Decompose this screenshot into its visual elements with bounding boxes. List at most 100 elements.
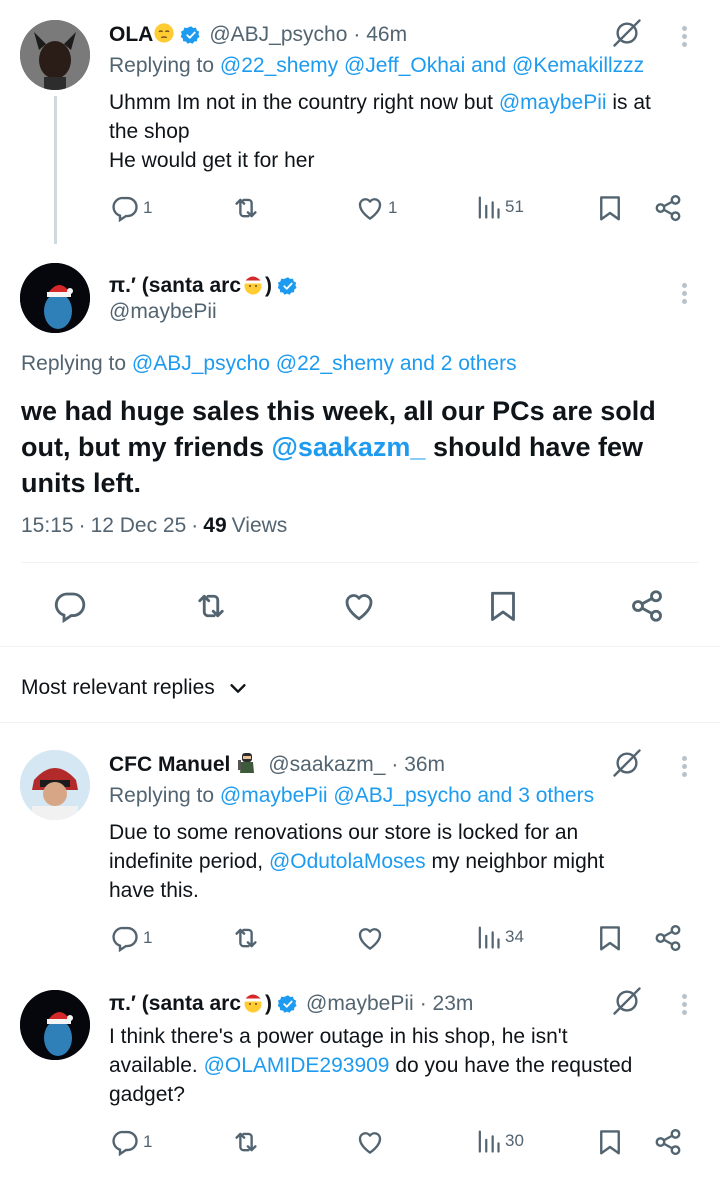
repost-button[interactable] — [231, 923, 261, 953]
replying-to-last[interactable]: 3 others — [518, 784, 594, 807]
repost-icon — [231, 1127, 261, 1157]
bookmark-icon[interactable] — [595, 193, 625, 223]
like-button[interactable]: 1 — [355, 193, 397, 223]
mention-link[interactable]: @OdutolaMoses — [269, 850, 426, 873]
replying-to-mentions[interactable]: @ABJ_psycho @22_shemy — [132, 352, 394, 375]
display-name[interactable]: π.′ (santa arc — [109, 992, 241, 1016]
main-tweet-text: we had huge sales this week, all our PCs… — [21, 393, 671, 501]
text-line: the shop — [109, 120, 190, 143]
reply-count: 1 — [143, 928, 153, 947]
text-line: gadget? — [109, 1083, 185, 1106]
handle[interactable]: @maybePii — [306, 992, 414, 1016]
sort-replies-dropdown[interactable]: Most relevant replies — [21, 676, 249, 700]
text-line: available. — [109, 1054, 204, 1077]
avatar-ola[interactable] — [20, 20, 90, 90]
tweet2-header: π.′ (santa arc ) — [109, 273, 298, 299]
grok-icon[interactable] — [612, 18, 642, 48]
handle[interactable]: @ABJ_psycho — [209, 23, 347, 47]
display-name[interactable]: OLA — [109, 23, 153, 47]
avatar-maybepii[interactable] — [20, 990, 90, 1060]
avatar-maybepii[interactable] — [20, 263, 90, 333]
replying-to-mentions[interactable]: @22_shemy @Jeff_Okhai — [220, 54, 465, 77]
replying-to: Replying to @ABJ_psycho @22_shemy and 2 … — [21, 352, 517, 376]
divider — [0, 646, 720, 647]
repost-icon[interactable] — [193, 588, 229, 624]
repost-icon — [231, 193, 261, 223]
avatar-ola-image — [20, 20, 90, 90]
avatar-maybepii-image — [20, 990, 90, 1060]
avatar-cfc-manuel[interactable] — [20, 750, 90, 820]
reply-button[interactable]: 1 — [110, 1127, 152, 1157]
replying-to-and: and — [471, 784, 519, 807]
views-button[interactable]: 30 — [474, 1127, 524, 1155]
reply-button[interactable]: 1 — [110, 923, 152, 953]
more-options-icon[interactable] — [682, 753, 688, 780]
more-options-icon[interactable] — [682, 991, 688, 1018]
views-icon — [474, 193, 502, 221]
like-count: 1 — [388, 198, 398, 217]
separator: · — [78, 514, 86, 537]
display-name-close: ) — [265, 992, 272, 1015]
replying-to-last[interactable]: 2 others — [441, 352, 517, 375]
more-options-icon[interactable] — [682, 23, 688, 50]
avatar-cfc-manuel-image — [20, 750, 90, 820]
timestamp[interactable]: · 23m — [420, 992, 474, 1016]
replying-to: Replying to @maybePii @ABJ_psycho and 3 … — [109, 784, 594, 808]
display-name[interactable]: CFC Manuel — [109, 753, 230, 777]
heart-icon — [355, 923, 385, 953]
replying-to-prefix: Replying to — [21, 352, 132, 375]
tweet1-header: OLA @ABJ_psycho · 46m — [109, 22, 407, 48]
tweet-date[interactable]: 12 Dec 25 — [91, 514, 187, 538]
repost-button[interactable] — [231, 1127, 261, 1157]
tweet-time[interactable]: 15:15 — [21, 514, 74, 538]
verified-badge-icon — [278, 994, 298, 1014]
reply-icon[interactable] — [52, 588, 88, 624]
repost-icon — [231, 923, 261, 953]
like-button[interactable] — [355, 923, 385, 953]
reply-button[interactable]: 1 — [110, 193, 152, 223]
replying-to-mentions[interactable]: @maybePii @ABJ_psycho — [220, 784, 472, 807]
repost-button[interactable] — [231, 193, 261, 223]
handle[interactable]: @saakazm_ — [268, 753, 385, 777]
chevron-down-icon — [227, 677, 249, 699]
grok-icon[interactable] — [612, 748, 642, 778]
handle[interactable]: @maybePii — [109, 300, 217, 324]
views-label: Views — [231, 514, 288, 537]
reply-icon — [110, 923, 140, 953]
display-name[interactable]: π.′ (santa arc — [109, 274, 241, 298]
bookmark-icon[interactable] — [595, 1127, 625, 1157]
timestamp[interactable]: · 36m — [391, 753, 445, 777]
timestamp[interactable]: · 46m — [353, 23, 407, 47]
sort-label: Most relevant replies — [21, 676, 215, 699]
like-button[interactable] — [355, 1127, 385, 1157]
text-line: is at — [606, 91, 651, 114]
mention-link[interactable]: @OLAMIDE293909 — [204, 1054, 390, 1077]
verified-badge-icon — [278, 276, 298, 296]
share-icon[interactable] — [653, 1127, 683, 1157]
share-icon[interactable] — [653, 193, 683, 223]
more-options-icon[interactable] — [682, 280, 688, 307]
views-count: 51 — [505, 197, 524, 216]
tweet-meta-line: 15:15 · 12 Dec 25 · 49 Views — [21, 514, 287, 538]
views-button[interactable]: 51 — [474, 193, 524, 221]
bookmark-icon[interactable] — [595, 923, 625, 953]
display-name-close: ) — [265, 274, 272, 297]
grok-icon[interactable] — [612, 986, 642, 1016]
bookmark-icon[interactable] — [485, 588, 521, 624]
divider — [0, 722, 720, 723]
heart-icon[interactable] — [341, 588, 377, 624]
share-icon[interactable] — [653, 923, 683, 953]
replying-to-prefix: Replying to — [109, 54, 220, 77]
share-icon[interactable] — [629, 588, 665, 624]
avatar-maybepii-image — [20, 263, 90, 333]
text-line: Due to some renovations our store is loc… — [109, 821, 579, 844]
mention-link[interactable]: @saakazm_ — [272, 432, 426, 462]
text-line: indefinite period, — [109, 850, 269, 873]
thread-line — [54, 96, 57, 244]
text-line: my neighbor might — [425, 850, 605, 873]
mention-link[interactable]: @maybePii — [499, 91, 607, 114]
views-button[interactable]: 34 — [474, 923, 524, 951]
verified-badge-icon — [181, 25, 201, 45]
views-count: 34 — [505, 927, 524, 946]
replying-to-last[interactable]: @Kemakillzzz — [512, 54, 644, 77]
